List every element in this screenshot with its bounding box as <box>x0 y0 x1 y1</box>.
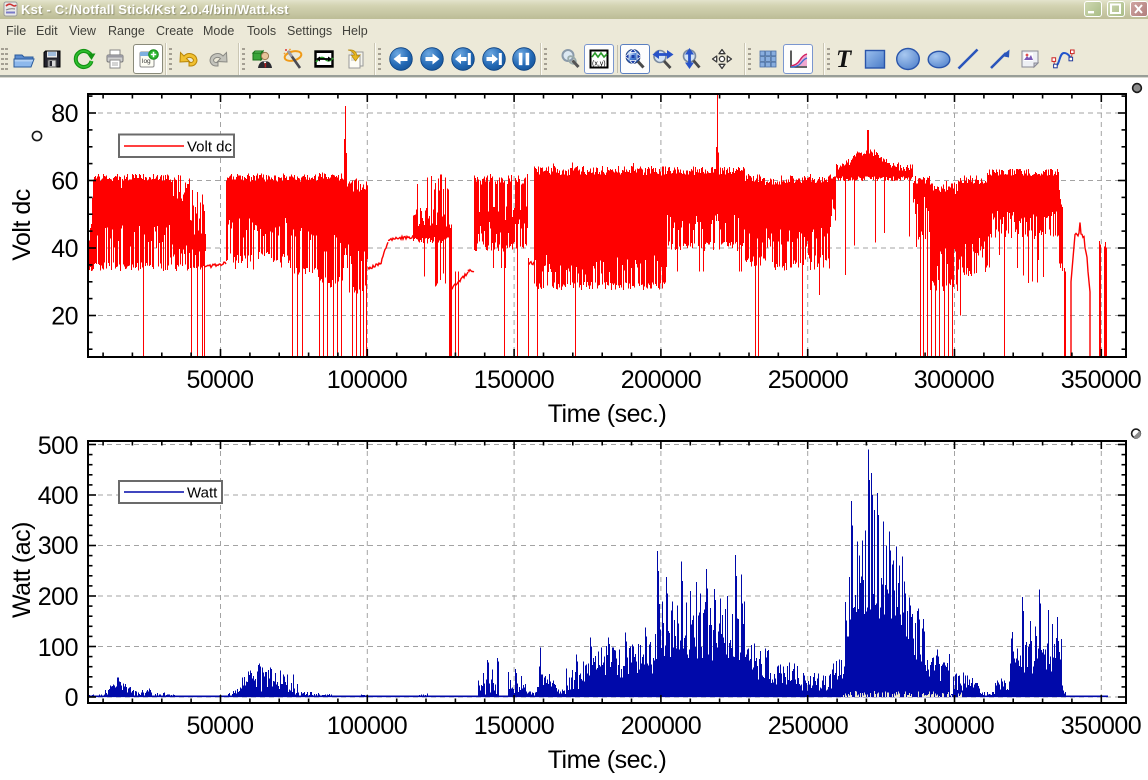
svg-text:60: 60 <box>51 168 78 196</box>
svg-text:400: 400 <box>38 482 78 510</box>
svg-text:250000: 250000 <box>768 712 848 740</box>
svg-text:20: 20 <box>51 303 78 331</box>
svg-text:100: 100 <box>38 634 78 662</box>
svg-text:350000: 350000 <box>1061 366 1141 394</box>
svg-text:40: 40 <box>51 235 78 263</box>
svg-text:Time (sec.): Time (sec.) <box>548 400 667 428</box>
svg-text:log: log <box>142 58 151 65</box>
svg-text:Volt dc: Volt dc <box>8 189 36 261</box>
svg-text:Watt: Watt <box>187 485 218 502</box>
svg-text:150000: 150000 <box>474 712 554 740</box>
svg-text:200000: 200000 <box>621 712 701 740</box>
svg-text:500: 500 <box>38 432 78 460</box>
svg-text:350000: 350000 <box>1061 712 1141 740</box>
svg-text:0: 0 <box>65 684 78 712</box>
svg-text:100000: 100000 <box>327 712 407 740</box>
svg-text:Time (sec.): Time (sec.) <box>548 746 667 774</box>
svg-text:250000: 250000 <box>768 366 848 394</box>
svg-text:200000: 200000 <box>621 366 701 394</box>
svg-text:300000: 300000 <box>914 712 994 740</box>
svg-text:200: 200 <box>38 583 78 611</box>
svg-text:300: 300 <box>38 532 78 560</box>
svg-text:300000: 300000 <box>914 366 994 394</box>
svg-text:(x,y): (x,y) <box>592 61 606 68</box>
svg-text:Volt dc: Volt dc <box>187 139 233 156</box>
svg-text:100000: 100000 <box>327 366 407 394</box>
svg-text:150000: 150000 <box>474 366 554 394</box>
svg-text:T: T <box>836 47 853 71</box>
svg-text:80: 80 <box>51 100 78 128</box>
svg-text:50000: 50000 <box>186 366 253 394</box>
svg-text:Watt (ac): Watt (ac) <box>8 522 36 618</box>
svg-text:50000: 50000 <box>186 712 253 740</box>
